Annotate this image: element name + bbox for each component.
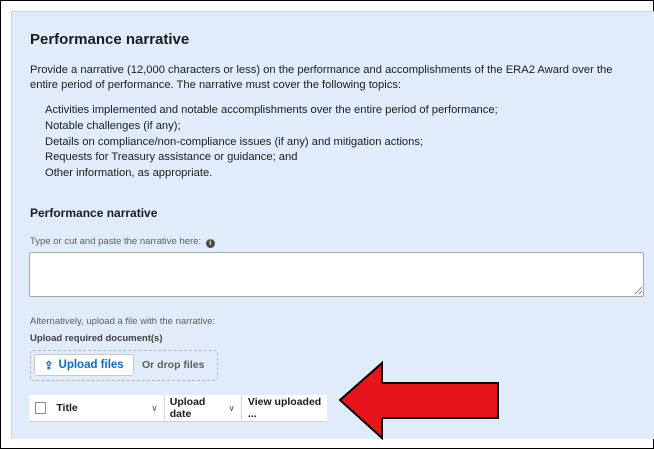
topic-item: Activities implemented and notable accom… [45,104,498,116]
drop-files-text: Or drop files [142,359,205,371]
column-header-upload-date-label: Upload date [169,396,206,420]
upload-files-label: Upload files [58,359,124,371]
topic-item: Requests for Treasury assistance or guid… [45,151,298,164]
select-all-checkbox[interactable] [35,402,47,414]
section-intro: Provide a narrative (12,000 characters o… [30,64,613,91]
section-heading: Performance narrative [30,31,190,48]
chevron-down-icon[interactable]: ∨ [151,403,158,414]
narrative-textarea[interactable] [29,252,644,297]
topic-item: Details on compliance/non-compliance iss… [45,135,424,148]
upload-required-label: Upload required document(s) [30,333,163,344]
narrative-subheading: Performance narrative [30,206,158,220]
chevron-down-icon[interactable]: ∨ [228,403,235,414]
narrative-field-label-text: Type or cut and paste the narrative here… [30,236,202,247]
resize-grip-icon[interactable] [633,285,643,295]
column-header-upload-date[interactable]: Upload date ∨ [165,395,242,421]
file-dropzone[interactable]: ⇪ Upload files Or drop files [30,350,218,381]
narrative-field-label: Type or cut and paste the narrative here… [30,236,215,248]
info-icon[interactable]: i [205,239,215,248]
upload-files-button[interactable]: ⇪ Upload files [34,354,134,376]
documents-table-header: Title ∨ Upload date ∨ View uploaded ... [29,395,327,422]
topics-list: Activities implemented and notable accom… [45,103,498,182]
alternative-upload-label: Alternatively, upload a file with the na… [30,316,216,327]
column-header-title-label: Title [56,402,78,414]
red-arrow-annotation [338,360,499,441]
column-header-view-uploaded[interactable]: View uploaded ... [242,395,327,421]
upload-icon: ⇪ [44,359,54,372]
column-header-view-uploaded-label: View uploaded ... [247,396,322,420]
column-header-title[interactable]: Title ∨ [56,395,165,421]
topic-item: Notable challenges (if any); [45,119,181,132]
topic-item: Other information, as appropriate. [45,167,213,180]
